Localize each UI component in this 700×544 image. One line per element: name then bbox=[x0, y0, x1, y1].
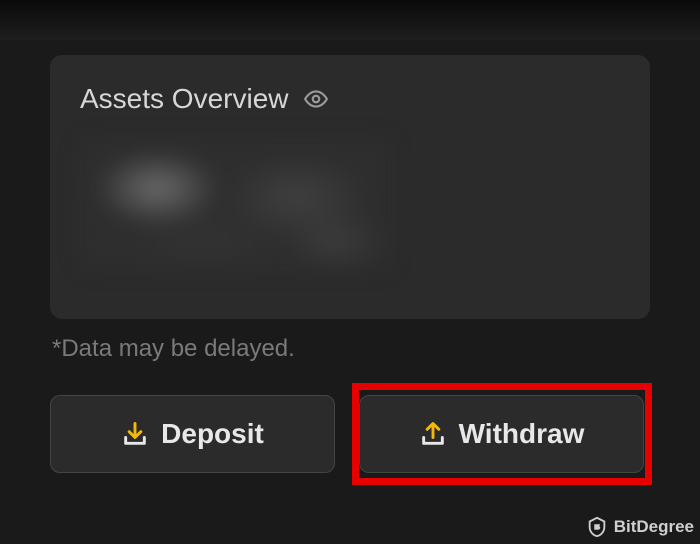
shield-icon bbox=[586, 516, 608, 538]
watermark-text: BitDegree bbox=[614, 517, 694, 537]
data-delay-disclaimer: *Data may be delayed. bbox=[52, 335, 295, 363]
upload-icon bbox=[419, 420, 447, 448]
deposit-button[interactable]: Deposit bbox=[50, 395, 335, 473]
top-gradient bbox=[0, 0, 700, 40]
download-icon bbox=[121, 420, 149, 448]
panel-title-row: Assets Overview bbox=[80, 83, 620, 115]
balance-blurred bbox=[80, 139, 390, 269]
assets-overview-panel: Assets Overview bbox=[50, 55, 650, 319]
withdraw-label: Withdraw bbox=[459, 418, 585, 450]
watermark: BitDegree bbox=[586, 516, 694, 538]
withdraw-button[interactable]: Withdraw bbox=[359, 395, 644, 473]
eye-icon[interactable] bbox=[303, 86, 329, 112]
action-buttons-row: Deposit Withdraw bbox=[50, 395, 644, 473]
deposit-label: Deposit bbox=[161, 418, 264, 450]
panel-title: Assets Overview bbox=[80, 83, 289, 115]
